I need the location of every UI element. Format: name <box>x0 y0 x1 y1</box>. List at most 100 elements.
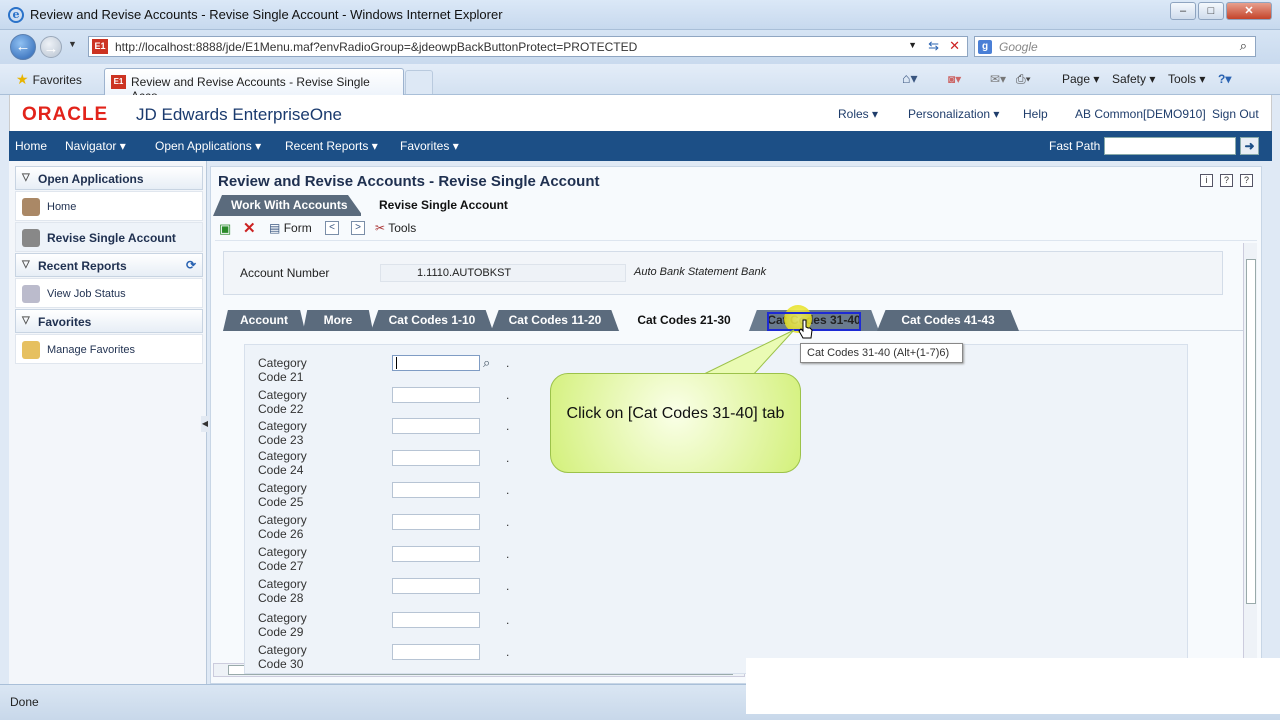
personalization-menu[interactable]: Personalization ▾ <box>908 107 999 121</box>
tab-account[interactable]: Account <box>223 310 305 331</box>
callout-pointer <box>699 329 795 377</box>
favorites-header[interactable]: ▽ Favorites <box>15 309 203 333</box>
e1-favicon-icon: E1 <box>92 39 108 54</box>
close-button[interactable]: ✕ <box>1226 2 1272 20</box>
instruction-callout: Click on [Cat Codes 31-40] tab <box>550 373 801 473</box>
blank-area <box>746 658 1280 714</box>
tools-menu[interactable]: ✂ Tools <box>375 221 416 237</box>
search-icon[interactable]: ⌕ <box>483 355 490 371</box>
category-code-27-input[interactable] <box>392 546 480 562</box>
search-box[interactable]: g Google ⌕ <box>974 36 1256 57</box>
nav-recent-reports[interactable]: Recent Reports ▾ <box>285 139 378 153</box>
category-code-label: Category Code 21 <box>258 356 307 384</box>
safety-menu[interactable]: Safety ▾ <box>1112 72 1155 86</box>
fast-path-input[interactable] <box>1104 137 1236 155</box>
chevron-down-icon: ▽ <box>22 259 30 270</box>
search-placeholder: Google <box>999 40 1038 54</box>
address-row: ← → ▼ E1 http://localhost:8888/jde/E1Men… <box>0 30 1280 64</box>
signout-link[interactable]: Sign Out <box>1212 107 1259 121</box>
tab-cat-codes-11-20[interactable]: Cat Codes 11-20 <box>491 310 619 331</box>
house-icon <box>22 198 40 216</box>
minimize-button[interactable]: – <box>1170 2 1196 20</box>
favorites-row: ★ Favorites E1 Review and Revise Accounts… <box>0 64 1280 103</box>
vertical-scroll-thumb[interactable] <box>1246 259 1256 604</box>
save-icon[interactable]: ▣ <box>219 221 231 237</box>
category-code-dot: . <box>506 451 510 465</box>
category-code-label: Category Code 27 <box>258 545 307 573</box>
category-code-23-input[interactable] <box>392 418 480 434</box>
url-text: http://localhost:8888/jde/E1Menu.maf?env… <box>115 40 638 54</box>
category-code-label: Category Code 23 <box>258 419 307 447</box>
category-code-label: Category Code 22 <box>258 388 307 416</box>
help-icon[interactable]: ?▾ <box>1218 72 1231 86</box>
refresh-reports-icon[interactable]: ⟳ <box>186 258 196 272</box>
category-code-28-input[interactable] <box>392 578 480 594</box>
history-dropdown-icon[interactable]: ▼ <box>68 39 77 49</box>
form-menu[interactable]: ▤ Form <box>269 221 312 237</box>
help-link[interactable]: Help <box>1023 107 1048 121</box>
print-icon[interactable]: ⎙▾ <box>1016 72 1031 87</box>
new-tab-button[interactable] <box>405 70 433 94</box>
google-icon: g <box>978 40 992 54</box>
refresh-icon[interactable]: ⇆ <box>928 38 939 54</box>
browser-tab-active[interactable]: E1 Review and Revise Accounts - Revise S… <box>104 68 404 103</box>
fast-path-label: Fast Path <box>1049 139 1101 153</box>
sidebar-item-view-job-status[interactable]: View Job Status <box>15 278 203 308</box>
address-bar[interactable]: E1 http://localhost:8888/jde/E1Menu.maf?… <box>88 36 968 57</box>
next-record-button[interactable]: > <box>351 221 365 235</box>
previous-record-button[interactable]: < <box>325 221 339 235</box>
category-code-label: Category Code 30 <box>258 643 307 671</box>
about-icon[interactable]: ? <box>1240 174 1253 187</box>
account-header-box: Account Number 1.1110.AUTOBKST Auto Bank… <box>223 251 1223 295</box>
page-menu[interactable]: Page ▾ <box>1062 72 1099 86</box>
oracle-logo: ORACLE <box>22 104 109 125</box>
cancel-icon[interactable]: ✕ <box>243 219 256 237</box>
category-code-dot: . <box>506 515 510 529</box>
fast-path-go-button[interactable]: ➜ <box>1240 137 1259 155</box>
sidebar-item-revise[interactable]: Revise Single Account <box>15 222 203 252</box>
nav-open-applications[interactable]: Open Applications ▾ <box>155 139 261 153</box>
help-icon[interactable]: ? <box>1220 174 1233 187</box>
vertical-scrollbar[interactable] <box>1243 243 1257 660</box>
favorites-button[interactable]: ★ Favorites <box>16 71 82 88</box>
search-icon[interactable]: ⌕ <box>1240 38 1247 54</box>
tab-work-with-accounts[interactable]: Work With Accounts <box>213 195 363 216</box>
category-code-25-input[interactable] <box>392 482 480 498</box>
category-code-24-input[interactable] <box>392 450 480 466</box>
category-code-22-input[interactable] <box>392 387 480 403</box>
recent-reports-header[interactable]: ▽ Recent Reports ⟳ <box>15 253 203 277</box>
address-dropdown-icon[interactable]: ▼ <box>908 40 917 50</box>
home-icon[interactable]: ⌂▾ <box>902 70 917 87</box>
category-code-26-input[interactable] <box>392 514 480 530</box>
back-button[interactable]: ← <box>10 34 36 60</box>
sidebar-item-home[interactable]: Home <box>15 191 203 221</box>
info-icon[interactable]: i <box>1200 174 1213 187</box>
category-code-29-input[interactable] <box>392 612 480 628</box>
open-applications-header[interactable]: ▽ Open Applications <box>15 166 203 190</box>
status-text: Done <box>10 695 39 709</box>
environment-link[interactable]: AB Common <box>1075 107 1143 121</box>
sidebar-item-manage-favorites[interactable]: Manage Favorites <box>15 334 203 364</box>
forward-button[interactable]: → <box>40 36 62 58</box>
mail-icon[interactable]: ✉▾ <box>990 72 1006 86</box>
account-number-field: 1.1110.AUTOBKST <box>380 264 626 282</box>
category-code-label: Category Code 26 <box>258 513 307 541</box>
roles-menu[interactable]: Roles ▾ <box>838 107 878 121</box>
category-code-30-input[interactable] <box>392 644 480 660</box>
tab-revise-single-account[interactable]: Revise Single Account <box>361 195 521 216</box>
maximize-button[interactable]: □ <box>1198 2 1224 20</box>
tab-cat-codes-1-10[interactable]: Cat Codes 1-10 <box>371 310 493 331</box>
feeds-icon[interactable]: ◙▾ <box>948 72 961 86</box>
collapse-panel-icon[interactable]: ◀ <box>201 416 209 432</box>
nav-navigator[interactable]: Navigator ▾ <box>65 139 126 153</box>
tab-more[interactable]: More <box>303 310 373 331</box>
nav-favorites[interactable]: Favorites ▾ <box>400 139 459 153</box>
form-title: Review and Revise Accounts - Revise Sing… <box>218 173 600 190</box>
chevron-down-icon: ▽ <box>22 315 30 326</box>
tab-cat-codes-41-43[interactable]: Cat Codes 41-43 <box>877 310 1019 331</box>
form-icon: ▤ <box>269 221 281 235</box>
tools-menu[interactable]: Tools ▾ <box>1168 72 1205 86</box>
nav-home[interactable]: Home <box>15 139 47 153</box>
stop-icon[interactable]: ✕ <box>949 38 960 54</box>
category-code-21-input[interactable] <box>392 355 480 371</box>
